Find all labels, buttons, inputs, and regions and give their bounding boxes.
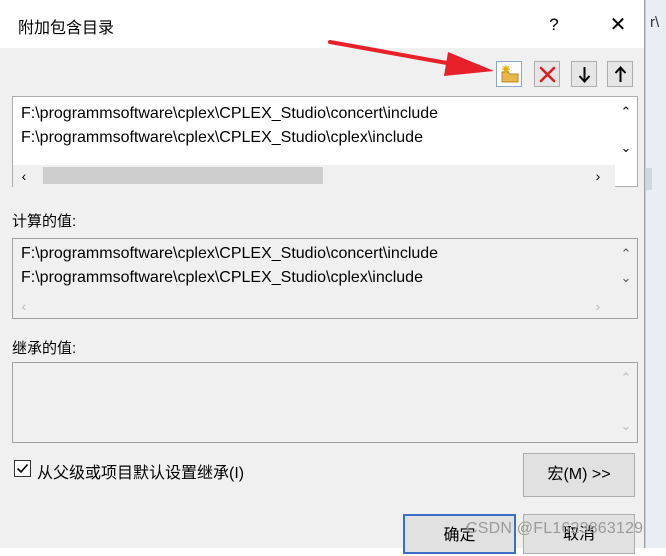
vertical-scrollbar[interactable]: ⌃ ⌄ [615, 363, 637, 442]
vertical-scrollbar[interactable]: ⌃ ⌄ [615, 97, 637, 165]
watermark: CSDN @FL1623863129 [466, 520, 644, 537]
background-window-text: r\ [650, 14, 660, 31]
scroll-right-icon[interactable]: › [587, 169, 609, 183]
help-button[interactable]: ? [536, 10, 572, 40]
scroll-thumb[interactable] [43, 167, 323, 184]
scroll-left-icon[interactable]: ‹ [13, 299, 35, 313]
arrow-down-icon [578, 67, 591, 83]
scroll-left-icon[interactable]: ‹ [13, 169, 35, 183]
scroll-down-icon[interactable]: ⌄ [615, 271, 637, 285]
inherited-values-list: ⌃ ⌄ [12, 362, 638, 443]
inherit-checkbox-label[interactable]: 从父级或项目默认设置继承(I) [37, 459, 244, 483]
move-down-button[interactable] [571, 61, 597, 87]
new-line-button[interactable] [496, 61, 522, 87]
close-button[interactable]: ✕ [598, 10, 638, 40]
move-up-button[interactable] [607, 61, 633, 87]
horizontal-scrollbar[interactable]: ‹ › [13, 165, 615, 187]
delete-line-button[interactable] [534, 61, 560, 87]
delete-x-icon [539, 66, 556, 83]
scroll-right-icon[interactable]: › [587, 299, 609, 313]
scroll-up-icon[interactable]: ⌃ [615, 371, 637, 385]
vertical-scrollbar[interactable]: ⌃ ⌄ [615, 239, 637, 295]
computed-line: F:\programmsoftware\cplex\CPLEX_Studio\c… [21, 269, 423, 286]
computed-values-label: 计算的值: [12, 213, 77, 230]
title-bar: 附加包含目录 ? ✕ [0, 0, 644, 48]
include-directories-dialog: 附加包含目录 ? ✕ F:\programmsoftware\cplex\CPL… [0, 0, 645, 554]
scroll-up-icon[interactable]: ⌃ [615, 105, 637, 119]
scroll-down-icon[interactable]: ⌄ [615, 141, 637, 155]
horizontal-scrollbar[interactable]: ‹ › [13, 295, 615, 317]
directory-line[interactable]: F:\programmsoftware\cplex\CPLEX_Studio\c… [21, 129, 423, 147]
directory-list[interactable]: F:\programmsoftware\cplex\CPLEX_Studio\c… [12, 96, 638, 187]
arrow-up-icon [614, 66, 627, 82]
computed-line: F:\programmsoftware\cplex\CPLEX_Studio\c… [21, 245, 439, 262]
scroll-up-icon[interactable]: ⌃ [615, 247, 637, 261]
dialog-title: 附加包含目录 [18, 20, 115, 37]
new-folder-icon [501, 65, 519, 83]
inherited-values-label: 继承的值: [12, 340, 77, 357]
annotation-arrow [328, 40, 494, 76]
background-window-edge [645, 0, 666, 548]
computed-values-list: F:\programmsoftware\cplex\CPLEX_Studio\c… [12, 238, 638, 319]
macros-button[interactable]: 宏(M) >> [523, 453, 635, 497]
background-window-element [646, 168, 652, 190]
scroll-down-icon[interactable]: ⌄ [615, 419, 637, 433]
inherit-checkbox[interactable] [14, 460, 31, 477]
directory-line[interactable]: F:\programmsoftware\cplex\CPLEX_Studio\c… [21, 105, 438, 123]
checkmark-icon [16, 463, 29, 474]
